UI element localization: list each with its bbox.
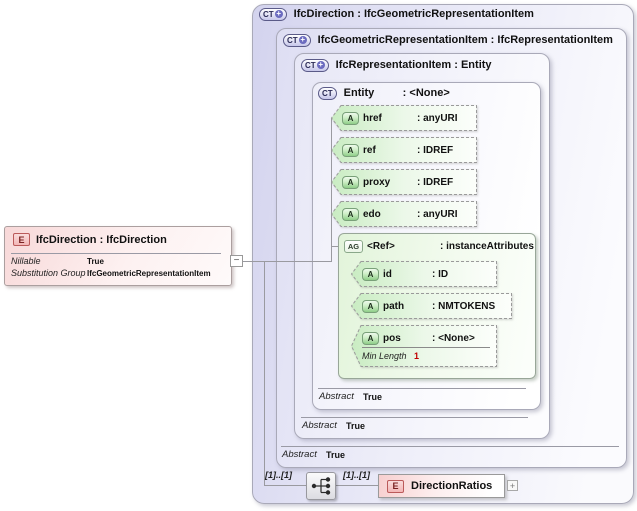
- complextype-icon[interactable]: CT +: [259, 7, 287, 21]
- attribute-ref[interactable]: Aref : IDREF: [331, 137, 477, 163]
- abstract-label: Abstract: [319, 391, 354, 402]
- type-title: IfcRepresentationItem : Entity: [335, 59, 492, 71]
- derived-plus-icon: +: [316, 60, 325, 69]
- element-box-ifcdirection[interactable]: E IfcDirection : IfcDirection Nillable T…: [4, 226, 232, 286]
- header-entity: CT Entity : <None>: [318, 86, 450, 100]
- attribute-name: href: [363, 112, 382, 124]
- type-base: : <None>: [402, 87, 450, 99]
- attribute-icon: A: [342, 175, 359, 189]
- element-header: E IfcDirection : IfcDirection: [13, 233, 167, 246]
- attribute-icon: A: [342, 207, 359, 221]
- complextype-icon[interactable]: CT +: [283, 33, 311, 47]
- header-ifcdirection-type: CT + IfcDirection : IfcGeometricRepresent…: [259, 7, 534, 21]
- attribute-name: pos: [383, 332, 401, 344]
- derived-plus-icon: +: [298, 35, 307, 44]
- attribute-type: : ID: [432, 268, 449, 280]
- type-title: IfcGeometricRepresentationItem : IfcRepr…: [317, 34, 613, 46]
- abstract-label: Abstract: [302, 420, 337, 431]
- element-icon: E: [387, 479, 404, 493]
- complextype-icon[interactable]: CT +: [301, 58, 329, 72]
- attribute-path[interactable]: Apath : NMTOKENS: [351, 293, 512, 319]
- facet-label: Min Length: [362, 351, 407, 361]
- element-separator: [11, 253, 221, 254]
- element-directionratios[interactable]: E DirectionRatios: [378, 474, 505, 498]
- property-label: Substitution Group: [11, 268, 86, 278]
- attribute-group-type: : instanceAttributes: [440, 240, 534, 252]
- connector-line: [230, 261, 331, 262]
- attribute-icon: A: [342, 143, 359, 157]
- facet-value: 1: [414, 351, 420, 361]
- attribute-proxy[interactable]: Aproxy : IDREF: [331, 169, 477, 195]
- attribute-group-header: AG <Ref> : instanceAttributes: [344, 239, 534, 253]
- attribute-name: path: [383, 300, 405, 312]
- attribute-icon: A: [362, 331, 379, 345]
- collapse-button[interactable]: −: [230, 255, 243, 267]
- abstract-label: Abstract: [282, 449, 317, 460]
- abstract-separator: [281, 446, 619, 447]
- element-title: IfcDirection : IfcDirection: [36, 233, 167, 246]
- attribute-href[interactable]: Ahref : anyURI: [331, 105, 477, 131]
- attribute-type: : <None>: [432, 332, 475, 344]
- attribute-icon: A: [342, 111, 359, 125]
- attribute-icon: A: [362, 299, 379, 313]
- type-name: Entity: [343, 87, 375, 99]
- attribute-type: : anyURI: [417, 208, 458, 220]
- element-name: DirectionRatios: [411, 480, 493, 492]
- attribute-group-icon: AG: [344, 239, 363, 253]
- sequence-icon[interactable]: [306, 472, 336, 500]
- attribute-type: : IDREF: [417, 144, 454, 156]
- abstract-value: True: [326, 450, 346, 460]
- cardinality-label: [1]..[1]: [343, 470, 370, 480]
- cardinality-label: [1]..[1]: [265, 470, 292, 480]
- header-ifcgeometricrepresentationitem: CT + IfcGeometricRepresentationItem : Ifc…: [283, 33, 613, 47]
- attribute-type: : NMTOKENS: [432, 300, 496, 312]
- abstract-value: True: [363, 392, 383, 402]
- attribute-name: proxy: [363, 176, 391, 188]
- attribute-name: id: [383, 268, 392, 280]
- complextype-icon[interactable]: CT: [318, 86, 337, 100]
- connector-line: [264, 485, 306, 486]
- property-value: IfcGeometricRepresentationItem: [87, 269, 211, 278]
- attribute-name: ref: [363, 144, 376, 156]
- element-icon: E: [13, 233, 30, 246]
- attribute-id[interactable]: Aid : ID: [351, 261, 497, 287]
- attribute-name: edo: [363, 208, 381, 220]
- connector-line: [264, 261, 265, 486]
- facet-separator: [362, 347, 490, 348]
- sequence-glyph: [311, 477, 331, 495]
- abstract-separator: [318, 388, 526, 389]
- derived-plus-icon: +: [274, 9, 283, 18]
- attribute-group-name: <Ref>: [367, 240, 395, 252]
- attribute-type: : IDREF: [417, 176, 454, 188]
- abstract-value: True: [346, 421, 366, 431]
- abstract-separator: [301, 417, 528, 418]
- property-value: True: [87, 257, 104, 266]
- schema-diagram: CT + IfcDirection : IfcGeometricRepresent…: [0, 0, 637, 511]
- property-label: Nillable: [11, 256, 41, 266]
- attribute-type: : anyURI: [417, 112, 458, 124]
- type-title: IfcDirection : IfcGeometricRepresentatio…: [293, 8, 534, 20]
- attribute-icon: A: [362, 267, 379, 281]
- expand-button[interactable]: +: [507, 480, 518, 491]
- header-ifcrepresentationitem: CT + IfcRepresentationItem : Entity: [301, 58, 492, 72]
- connector-line: [334, 485, 378, 486]
- attribute-edo[interactable]: Aedo : anyURI: [331, 201, 477, 227]
